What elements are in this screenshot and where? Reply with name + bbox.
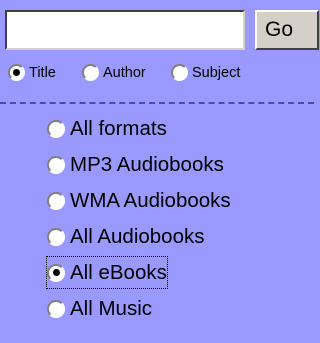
format-label: All Audiobooks (70, 224, 205, 248)
format-option-all-formats[interactable]: All formats (47, 113, 167, 144)
scope-label-author: Author (103, 64, 146, 81)
radio-wma-audiobooks[interactable] (47, 191, 65, 210)
format-label: All Music (70, 296, 153, 320)
format-label: WMA Audiobooks (70, 188, 231, 212)
format-label: MP3 Audiobooks (70, 152, 224, 176)
scope-option-subject[interactable]: Subject (171, 64, 240, 81)
scope-label-subject: Subject (192, 64, 241, 81)
radio-all-formats[interactable] (47, 119, 65, 138)
scope-option-author[interactable]: Author (82, 64, 146, 81)
section-divider (0, 102, 314, 104)
radio-title[interactable] (8, 64, 25, 81)
scope-label-title: Title (29, 64, 56, 81)
radio-selected-dot (13, 69, 20, 76)
radio-author[interactable] (82, 64, 99, 81)
format-option-all-audiobooks[interactable]: All Audiobooks (47, 221, 204, 252)
format-label: All formats (70, 116, 167, 140)
radio-selected-dot (52, 269, 60, 276)
format-option-wma-audiobooks[interactable]: WMA Audiobooks (47, 185, 231, 216)
radio-mp3-audiobooks[interactable] (47, 155, 65, 174)
search-input[interactable] (5, 10, 245, 50)
go-button[interactable]: Go (255, 10, 319, 50)
radio-all-music[interactable] (47, 299, 65, 318)
format-option-mp3-audiobooks[interactable]: MP3 Audiobooks (47, 149, 224, 180)
radio-all-ebooks[interactable] (47, 263, 65, 282)
radio-all-audiobooks[interactable] (47, 227, 65, 246)
scope-option-title[interactable]: Title (8, 64, 56, 81)
format-label: All eBooks (70, 260, 167, 284)
format-option-all-music[interactable]: All Music (47, 293, 152, 324)
radio-subject[interactable] (171, 64, 188, 81)
format-option-all-ebooks[interactable]: All eBooks (46, 256, 168, 289)
